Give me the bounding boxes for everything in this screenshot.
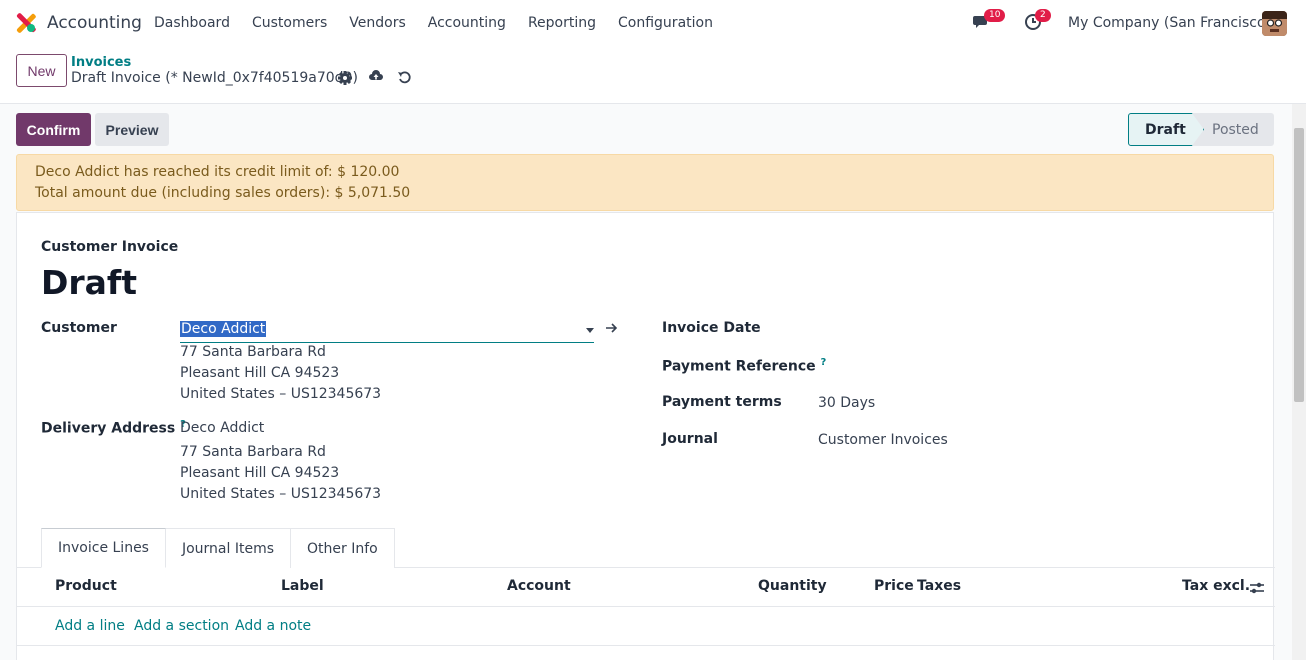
journal-value[interactable]: Customer Invoices <box>818 430 948 451</box>
column-settings-sliders-icon[interactable] <box>1249 580 1265 596</box>
alert-credit-limit: Deco Addict has reached its credit limit… <box>35 164 400 180</box>
activities-badge: 2 <box>1035 9 1051 22</box>
menu-dashboard[interactable]: Dashboard <box>154 15 230 31</box>
document-state: Draft <box>41 263 138 302</box>
credit-limit-alert: Deco Addict has reached its credit limit… <box>16 154 1274 211</box>
invoice-date-label: Invoice Date <box>662 320 761 336</box>
column-tax-excl[interactable]: Tax excl. <box>1182 578 1250 594</box>
form-statusbar: Confirm Preview Posted Draft <box>0 104 1290 154</box>
menu-reporting[interactable]: Reporting <box>528 15 596 31</box>
confirm-button[interactable]: Confirm <box>16 113 91 146</box>
tab-invoice-lines[interactable]: Invoice Lines <box>41 528 166 568</box>
tab-journal-items[interactable]: Journal Items <box>164 528 292 568</box>
invoice-lines-add-row: Add a line Add a section Add a note <box>17 608 1275 646</box>
breadcrumb-invoices[interactable]: Invoices <box>71 55 131 70</box>
stage-posted[interactable]: Posted <box>1192 113 1274 146</box>
menu-vendors[interactable]: Vendors <box>349 15 405 31</box>
control-panel: New Invoices Draft Invoice (* NewId_0x7f… <box>0 46 1306 104</box>
avatar-face-icon <box>1262 11 1287 36</box>
add-note-link[interactable]: Add a note <box>235 618 311 634</box>
company-switcher[interactable]: My Company (San Francisco) <box>1068 15 1271 31</box>
document-type: Customer Invoice <box>41 239 179 255</box>
delivery-address-line1: 77 Santa Barbara Rd <box>180 444 326 460</box>
customer-address-line3: United States – US12345673 <box>180 386 382 402</box>
activities-button[interactable]: 2 <box>1025 9 1051 33</box>
cloud-upload-icon[interactable] <box>368 68 384 84</box>
help-tooltip-icon[interactable]: ? <box>821 357 827 368</box>
column-account[interactable]: Account <box>507 578 571 594</box>
gear-icon[interactable] <box>337 70 353 86</box>
app-name[interactable]: Accounting <box>47 13 142 33</box>
accounting-app-icon[interactable] <box>16 13 36 33</box>
customer-address-line2: Pleasant Hill CA 94523 <box>180 365 340 381</box>
customer-address-line1: 77 Santa Barbara Rd <box>180 344 326 360</box>
new-button[interactable]: New <box>16 54 67 87</box>
alert-amount-due: Total amount due (including sales orders… <box>35 185 411 201</box>
payment-reference-label: Payment Reference ? <box>662 357 827 375</box>
tab-other-info[interactable]: Other Info <box>290 528 395 568</box>
customer-input[interactable]: Deco Addict <box>180 319 594 343</box>
customer-label: Customer <box>41 320 117 336</box>
invoice-form-sheet: Customer Invoice Draft Customer Deco Add… <box>16 212 1275 660</box>
delivery-address-line2: Pleasant Hill CA 94523 <box>180 465 340 481</box>
menu-configuration[interactable]: Configuration <box>618 15 713 31</box>
internal-link-arrow-icon[interactable] <box>605 321 619 335</box>
column-product[interactable]: Product <box>55 578 117 594</box>
journal-label: Journal <box>662 431 718 447</box>
delivery-address-line3: United States – US12345673 <box>180 486 382 502</box>
preview-button[interactable]: Preview <box>95 113 169 146</box>
delivery-address-label: Delivery Address ? <box>41 419 186 437</box>
invoice-lines-header: Product Label Account Quantity Price Tax… <box>17 568 1275 607</box>
scrollbar-thumb[interactable] <box>1294 128 1304 402</box>
top-navbar: Accounting Dashboard Customers Vendors A… <box>0 0 1306 46</box>
breadcrumb-current: Draft Invoice (* NewId_0x7f40519a70d0) <box>71 70 358 86</box>
user-avatar[interactable] <box>1262 11 1287 36</box>
messages-badge: 10 <box>984 9 1006 22</box>
add-section-link[interactable]: Add a section <box>134 618 229 634</box>
payment-terms-value[interactable]: 30 Days <box>818 393 875 414</box>
menu-customers[interactable]: Customers <box>252 15 327 31</box>
messages-button[interactable]: 10 <box>973 9 1006 33</box>
column-quantity[interactable]: Quantity <box>758 578 827 594</box>
menu-accounting[interactable]: Accounting <box>428 15 506 31</box>
payment-terms-label: Payment terms <box>662 394 782 410</box>
notebook-tabs: Invoice Lines Journal Items Other Info <box>41 528 395 568</box>
column-label[interactable]: Label <box>281 578 324 594</box>
stage-draft[interactable]: Draft <box>1128 113 1204 146</box>
main-menu: Dashboard Customers Vendors Accounting R… <box>154 15 735 31</box>
caret-down-icon[interactable] <box>586 328 594 333</box>
customer-input-value: Deco Addict <box>180 321 267 337</box>
delivery-name: Deco Addict <box>180 420 265 436</box>
column-taxes[interactable]: Taxes <box>917 578 961 594</box>
page-scrollbar[interactable] <box>1292 104 1306 660</box>
discard-icon[interactable] <box>397 70 413 86</box>
column-price[interactable]: Price <box>874 578 914 594</box>
add-line-link[interactable]: Add a line <box>55 618 125 634</box>
